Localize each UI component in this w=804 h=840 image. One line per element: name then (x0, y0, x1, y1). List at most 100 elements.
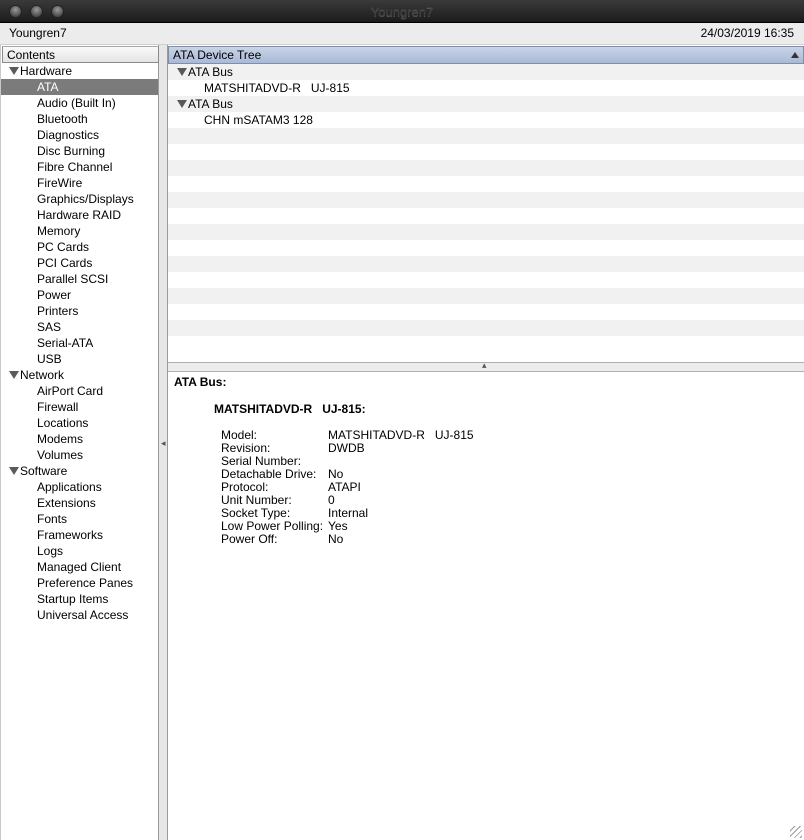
sidebar-item-ata[interactable]: ATA (1, 79, 158, 95)
sidebar-item-modems[interactable]: Modems (1, 431, 158, 447)
sidebar-item-label: Volumes (37, 448, 84, 462)
sidebar-item-label: Hardware RAID (37, 208, 122, 222)
sidebar-item-preference-panes[interactable]: Preference Panes (1, 575, 158, 591)
property-key: Power Off: (221, 532, 278, 546)
empty-row (168, 224, 804, 240)
sidebar-item-disc-burning[interactable]: Disc Burning (1, 143, 158, 159)
sidebar-item-label: PC Cards (37, 240, 90, 254)
property-value: DWDB (328, 441, 365, 455)
sidebar-item-firewall[interactable]: Firewall (1, 399, 158, 415)
sidebar-item-label: SAS (37, 320, 62, 334)
sidebar-item-label: Bluetooth (37, 112, 88, 126)
empty-row (168, 336, 804, 352)
empty-row (168, 288, 804, 304)
sidebar-item-locations[interactable]: Locations (1, 415, 158, 431)
empty-row (168, 208, 804, 224)
sidebar-item-label: Fibre Channel (37, 160, 113, 174)
disclosure-triangle-icon[interactable] (9, 371, 19, 379)
sidebar-item-label: FireWire (37, 176, 83, 190)
disclosure-triangle-icon[interactable] (9, 467, 19, 475)
sidebar-item-audio-built-in[interactable]: Audio (Built In) (1, 95, 158, 111)
sidebar-item-hardware-raid[interactable]: Hardware RAID (1, 207, 158, 223)
sidebar-item-pc-cards[interactable]: PC Cards (1, 239, 158, 255)
device-tree-panel: ATA Device Tree ATA Bus MATSHITADVD-R UJ-… (168, 45, 804, 363)
sidebar-item-label: Graphics/Displays (37, 192, 134, 206)
window-title: Youngren7 (370, 4, 434, 19)
sidebar-item-label: Preference Panes (37, 576, 134, 590)
sidebar-item-frameworks[interactable]: Frameworks (1, 527, 158, 543)
sidebar-item-label: Firewall (37, 400, 79, 414)
empty-row (168, 144, 804, 160)
property-value: Internal (328, 506, 369, 520)
empty-row (168, 256, 804, 272)
sidebar-item-printers[interactable]: Printers (1, 303, 158, 319)
sidebar-item-extensions[interactable]: Extensions (1, 495, 158, 511)
contents-tree: Hardware ATA Audio (Built In) Bluetooth Diag… (1, 63, 158, 623)
sidebar-item-diagnostics[interactable]: Diagnostics (1, 127, 158, 143)
device-tree-list: ATA Bus MATSHITADVD-R UJ-815 ATA Bus CHN mS… (168, 64, 804, 352)
empty-row (168, 272, 804, 288)
sidebar-item-bluetooth[interactable]: Bluetooth (1, 111, 158, 127)
machine-name: Youngren7 (9, 26, 67, 40)
tree-row-device[interactable]: MATSHITADVD-R UJ-815 (168, 80, 804, 96)
sidebar-item-applications[interactable]: Applications (1, 479, 158, 495)
property-value: ATAPI (328, 480, 361, 494)
horizontal-splitter[interactable]: ▴ (168, 360, 804, 372)
sidebar-item-sas[interactable]: SAS (1, 319, 158, 335)
sidebar-item-power[interactable]: Power (1, 287, 158, 303)
sidebar-item-volumes[interactable]: Volumes (1, 447, 158, 463)
property-row: Power Off: No (221, 533, 474, 546)
contents-header[interactable]: Contents (2, 46, 159, 63)
sidebar-item-label: Frameworks (37, 528, 104, 542)
sidebar-item-label: Diagnostics (37, 128, 100, 142)
tree-row-bus[interactable]: ATA Bus (168, 96, 804, 112)
splitter-grip-icon: ▴ (482, 360, 487, 370)
tree-row-label: ATA Bus (188, 65, 233, 79)
sidebar-group-software[interactable]: Software (1, 463, 158, 479)
sidebar-item-serial-ata[interactable]: Serial-ATA (1, 335, 158, 351)
sidebar-item-label: Logs (37, 544, 64, 558)
disclosure-triangle-icon[interactable] (177, 68, 187, 76)
window-titlebar[interactable]: Youngren7 (0, 0, 804, 23)
disclosure-triangle-icon[interactable] (9, 67, 19, 75)
sidebar-item-label: Locations (37, 416, 89, 430)
details-device-title: MATSHITADVD-R UJ-815: (214, 402, 366, 416)
sort-ascending-icon (791, 52, 799, 58)
sidebar-item-firewire[interactable]: FireWire (1, 175, 158, 191)
empty-row (168, 176, 804, 192)
sidebar-item-label: Universal Access (37, 608, 129, 622)
property-value: No (328, 532, 344, 546)
sidebar-item-logs[interactable]: Logs (1, 543, 158, 559)
sidebar-item-fibre-channel[interactable]: Fibre Channel (1, 159, 158, 175)
sidebar-item-managed-client[interactable]: Managed Client (1, 559, 158, 575)
sidebar-item-label: Managed Client (37, 560, 122, 574)
sidebar-item-label: Modems (37, 432, 84, 446)
sidebar-group-hardware[interactable]: Hardware (1, 63, 158, 79)
sidebar-group-network[interactable]: Network (1, 367, 158, 383)
sidebar-item-fonts[interactable]: Fonts (1, 511, 158, 527)
disclosure-triangle-icon[interactable] (177, 100, 187, 108)
sidebar-item-label: Power (37, 288, 72, 302)
tree-row-bus[interactable]: ATA Bus (168, 64, 804, 80)
sidebar-item-pci-cards[interactable]: PCI Cards (1, 255, 158, 271)
sidebar-item-label: Disc Burning (37, 144, 106, 158)
sidebar-item-label: Memory (37, 224, 81, 238)
sidebar-item-memory[interactable]: Memory (1, 223, 158, 239)
vertical-splitter[interactable]: ◂ (159, 45, 168, 840)
sidebar-item-label: Serial-ATA (37, 336, 94, 350)
sidebar-item-startup-items[interactable]: Startup Items (1, 591, 158, 607)
sidebar-item-airport-card[interactable]: AirPort Card (1, 383, 158, 399)
sidebar-item-parallel-scsi[interactable]: Parallel SCSI (1, 271, 158, 287)
sidebar-item-universal-access[interactable]: Universal Access (1, 607, 158, 623)
resize-grip-icon[interactable] (790, 826, 802, 838)
sidebar-item-label: Software (20, 464, 68, 478)
contents-sidebar: Contents Hardware ATA Audio (Built In) Blue… (0, 45, 159, 840)
sidebar-item-label: PCI Cards (37, 256, 93, 270)
tree-row-label: CHN mSATAM3 128 (204, 113, 313, 127)
sidebar-item-usb[interactable]: USB (1, 351, 158, 367)
device-tree-column-header[interactable]: ATA Device Tree (168, 46, 804, 64)
tree-row-device[interactable]: CHN mSATAM3 128 (168, 112, 804, 128)
details-bus-title: ATA Bus: (174, 375, 227, 389)
sidebar-item-label: Hardware (20, 64, 73, 78)
sidebar-item-graphics-displays[interactable]: Graphics/Displays (1, 191, 158, 207)
